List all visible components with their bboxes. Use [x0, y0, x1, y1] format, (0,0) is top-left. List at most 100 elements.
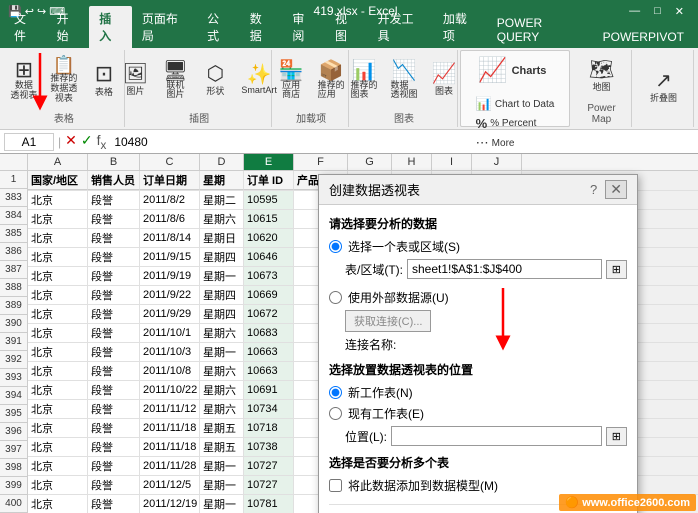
row-header-393[interactable]: 393 [0, 369, 28, 387]
recommended-apps-btn[interactable]: 📦 推荐的应用 [313, 59, 349, 101]
tab-power-query[interactable]: POWER QUERY [487, 12, 593, 48]
radio-exist-sheet-input[interactable] [329, 407, 342, 420]
location-picker-btn[interactable]: ⊞ [606, 427, 627, 446]
percent-btn[interactable]: % % Percent [474, 115, 557, 132]
row-header-394[interactable]: 394 [0, 387, 28, 405]
recommended-charts-btn[interactable]: 📊 推荐的图表 [346, 59, 382, 101]
col-header-F[interactable]: F [294, 154, 348, 170]
tab-formula[interactable]: 公式 [197, 6, 240, 48]
maximize-btn[interactable]: □ [648, 5, 667, 18]
col-header-J[interactable]: J [472, 154, 522, 170]
radio-new-sheet-input[interactable] [329, 386, 342, 399]
row-header-397[interactable]: 397 [0, 441, 28, 459]
picture-btn[interactable]: 🖼 图片 [117, 62, 153, 99]
location-input[interactable] [391, 426, 602, 446]
row-header-400[interactable]: 400 [0, 495, 28, 513]
charts-think-cell-btn[interactable]: 📈 Charts [474, 54, 551, 87]
header-cell-C[interactable]: 订单日期 [140, 171, 200, 190]
formula-bar-icons: ✕ ✓ fx [65, 132, 106, 152]
radio-external-input[interactable] [329, 291, 342, 304]
minimize-btn[interactable]: — [623, 5, 646, 18]
online-pic-btn[interactable]: 🖥 联机图片 [157, 59, 193, 101]
table-range-input[interactable] [407, 259, 602, 279]
row-header-390[interactable]: 390 [0, 315, 28, 333]
col-header-B[interactable]: B [88, 154, 140, 170]
smartart-label: SmartArt [241, 85, 277, 95]
charts-btn[interactable]: 📈 图表 [426, 62, 462, 99]
row-header-396[interactable]: 396 [0, 423, 28, 441]
row-header-388[interactable]: 388 [0, 279, 28, 297]
col-header-C[interactable]: C [140, 154, 200, 170]
formula-input[interactable] [110, 135, 694, 149]
insert-function-icon[interactable]: fx [97, 132, 107, 152]
shapes-btn[interactable]: ⬡ 形状 [197, 62, 233, 99]
tab-view[interactable]: 视图 [325, 6, 368, 48]
row-header-386[interactable]: 386 [0, 243, 28, 261]
formula-bar-separator: | [58, 135, 61, 149]
window-controls[interactable]: — □ ✕ [623, 5, 690, 18]
row-header-391[interactable]: 391 [0, 333, 28, 351]
tab-addins[interactable]: 加载项 [433, 6, 487, 48]
ribbon-group-collapse: ↗ 折叠图 [634, 50, 694, 127]
percent-icon: % [476, 116, 488, 131]
confirm-formula-icon[interactable]: ✓ [81, 132, 93, 152]
tab-home[interactable]: 开始 [47, 6, 90, 48]
tab-dev[interactable]: 开发工具 [368, 6, 433, 48]
row-header-387[interactable]: 387 [0, 261, 28, 279]
row-header-392[interactable]: 392 [0, 351, 28, 369]
store-label: 应用商店 [282, 81, 300, 99]
dialog-close-btn[interactable]: ✕ [605, 180, 627, 199]
col-header-G[interactable]: G [348, 154, 392, 170]
row-header-1[interactable]: 1 [0, 171, 28, 189]
col-headers-row: A B C D E F G H I J [28, 154, 698, 170]
tab-insert[interactable]: 插入 [89, 6, 132, 48]
cancel-formula-icon[interactable]: ✕ [65, 132, 77, 152]
row-header-383[interactable]: 383 [0, 189, 28, 207]
dialog-section2-title: 选择放置数据透视表的位置 [329, 361, 627, 378]
tab-power-pivot[interactable]: POWERPIVOT [593, 26, 694, 48]
store-btn[interactable]: 🏪 应用商店 [273, 59, 309, 101]
more-btn[interactable]: ⋯ More [474, 134, 557, 152]
row-header-399[interactable]: 399 [0, 477, 28, 495]
col-header-A[interactable]: A [28, 154, 88, 170]
pivot-chart-icon: 📉 [392, 61, 417, 81]
chart-to-data-btn[interactable]: 📊 Chart to Data [474, 95, 557, 113]
row-header-398[interactable]: 398 [0, 459, 28, 477]
header-cell-A[interactable]: 国家/地区 [28, 171, 88, 190]
ribbon-group-tables: ⊞ 数据透视表 📋 推荐的数据透视表 ⊡ 表格 表格 [4, 50, 125, 127]
recommended-charts-label: 推荐的图表 [350, 81, 377, 99]
tab-page-layout[interactable]: 页面布局 [132, 6, 197, 48]
col-header-E[interactable]: E [244, 154, 294, 170]
pivot-table-icon: ⊞ [15, 59, 33, 81]
row-header-389[interactable]: 389 [0, 297, 28, 315]
col-header-I[interactable]: I [432, 154, 472, 170]
tab-file[interactable]: 文件 [4, 6, 47, 48]
radio-table-range-input[interactable] [329, 240, 342, 253]
row-headers: 1 383 384 385 386 387 388 389 390 391 39… [0, 171, 28, 513]
header-cell-D[interactable]: 星期 [200, 171, 244, 190]
collapse-btn[interactable]: ↗ 折叠图 [646, 69, 682, 106]
tab-data[interactable]: 数据 [240, 6, 283, 48]
header-cell-B[interactable]: 销售人员 [88, 171, 140, 190]
col-header-H[interactable]: H [392, 154, 432, 170]
row-header-395[interactable]: 395 [0, 405, 28, 423]
table-range-picker-btn[interactable]: ⊞ [606, 260, 627, 279]
dialog-help-icon[interactable]: ? [590, 182, 597, 197]
pivot-chart-btn[interactable]: 📉 数据透视图 [386, 59, 422, 101]
row-header-384[interactable]: 384 [0, 207, 28, 225]
close-btn[interactable]: ✕ [669, 5, 690, 18]
add-to-model-checkbox[interactable] [329, 479, 342, 492]
ribbon: ⊞ 数据透视表 📋 推荐的数据透视表 ⊡ 表格 表格 🖼 图片 🖥 联机图片 [0, 48, 698, 130]
map-btn[interactable]: 🗺 地图 [584, 58, 620, 95]
col-header-D[interactable]: D [200, 154, 244, 170]
tab-review[interactable]: 审阅 [282, 6, 325, 48]
recommended-pivot-btn[interactable]: 📋 推荐的数据透视表 [46, 54, 82, 106]
row-header-385[interactable]: 385 [0, 225, 28, 243]
illustrations-group-label: 插图 [189, 108, 209, 125]
header-cell-E[interactable]: 订单 ID [244, 171, 294, 190]
get-connection-btn[interactable]: 获取连接(C)... [345, 310, 431, 332]
name-box[interactable] [4, 133, 54, 151]
radio-exist-sheet-label: 现有工作表(E) [348, 405, 424, 422]
table-label: 表格 [95, 85, 113, 98]
pivot-table-btn[interactable]: ⊞ 数据透视表 [6, 57, 42, 103]
